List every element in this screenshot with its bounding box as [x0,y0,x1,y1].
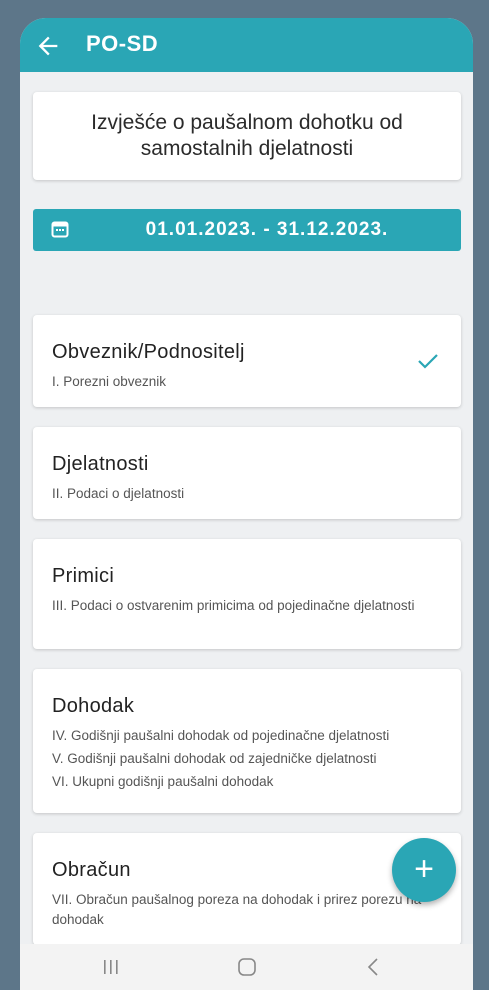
form-content[interactable]: Izvješće o paušalnom dohotku od samostal… [20,72,473,944]
section-subtitle: II. Podaci o djelatnosti [52,486,185,501]
section-title: Djelatnosti [52,453,149,475]
add-fab-button[interactable]: + [392,838,456,902]
page-title: PO-SD [86,31,159,56]
period-text: 01.01.2023. - 31.12.2023. [145,219,389,240]
section-card-obracun[interactable]: Obračun VII. Obračun paušalnog poreza na… [33,833,461,944]
section-title: Primici [52,565,115,587]
back-icon[interactable] [358,956,388,978]
section-title: Obračun [52,859,131,881]
section-card-djelatnosti[interactable]: Djelatnosti II. Podaci o djelatnosti [33,427,461,519]
recent-apps-icon[interactable] [96,956,126,978]
arrow-left-icon[interactable] [34,32,62,60]
section-line: V. Godišnji paušalni dohodak od zajednič… [52,751,377,766]
section-card-obveznik[interactable]: Obveznik/Podnositelj I. Porezni obveznik [33,315,461,407]
home-icon[interactable] [232,956,262,978]
section-subtitle: III. Podaci o ostvarenim primicima od po… [52,598,415,613]
section-subtitle: I. Porezni obveznik [52,374,167,389]
section-title: Obveznik/Podnositelj [52,341,245,363]
app-bar: PO-SD [20,18,473,72]
report-heading: Izvješće o paušalnom dohotku od samostal… [91,111,403,160]
app-screen: PO-SD Izvješće o paušalnom dohotku od sa… [20,18,473,990]
section-line: VI. Ukupni godišnji paušalni dohodak [52,774,274,789]
report-heading-card: Izvješće o paušalnom dohotku od samostal… [33,92,461,180]
plus-icon: + [414,850,434,888]
section-card-dohodak[interactable]: Dohodak IV. Godišnji paušalni dohodak od… [33,669,461,813]
section-subtitle: VII. Obračun paušalnog poreza na dohodak… [52,892,422,927]
section-title: Dohodak [52,695,135,717]
device-frame: PO-SD Izvješće o paušalnom dohotku od sa… [0,0,489,990]
system-nav-bar [20,944,473,990]
section-line: IV. Godišnji paušalni dohodak od pojedin… [52,728,390,743]
checkmark-icon [418,354,438,369]
section-card-primici[interactable]: Primici III. Podaci o ostvarenim primici… [33,539,461,649]
period-selector[interactable]: 01.01.2023. - 31.12.2023. [33,209,461,251]
